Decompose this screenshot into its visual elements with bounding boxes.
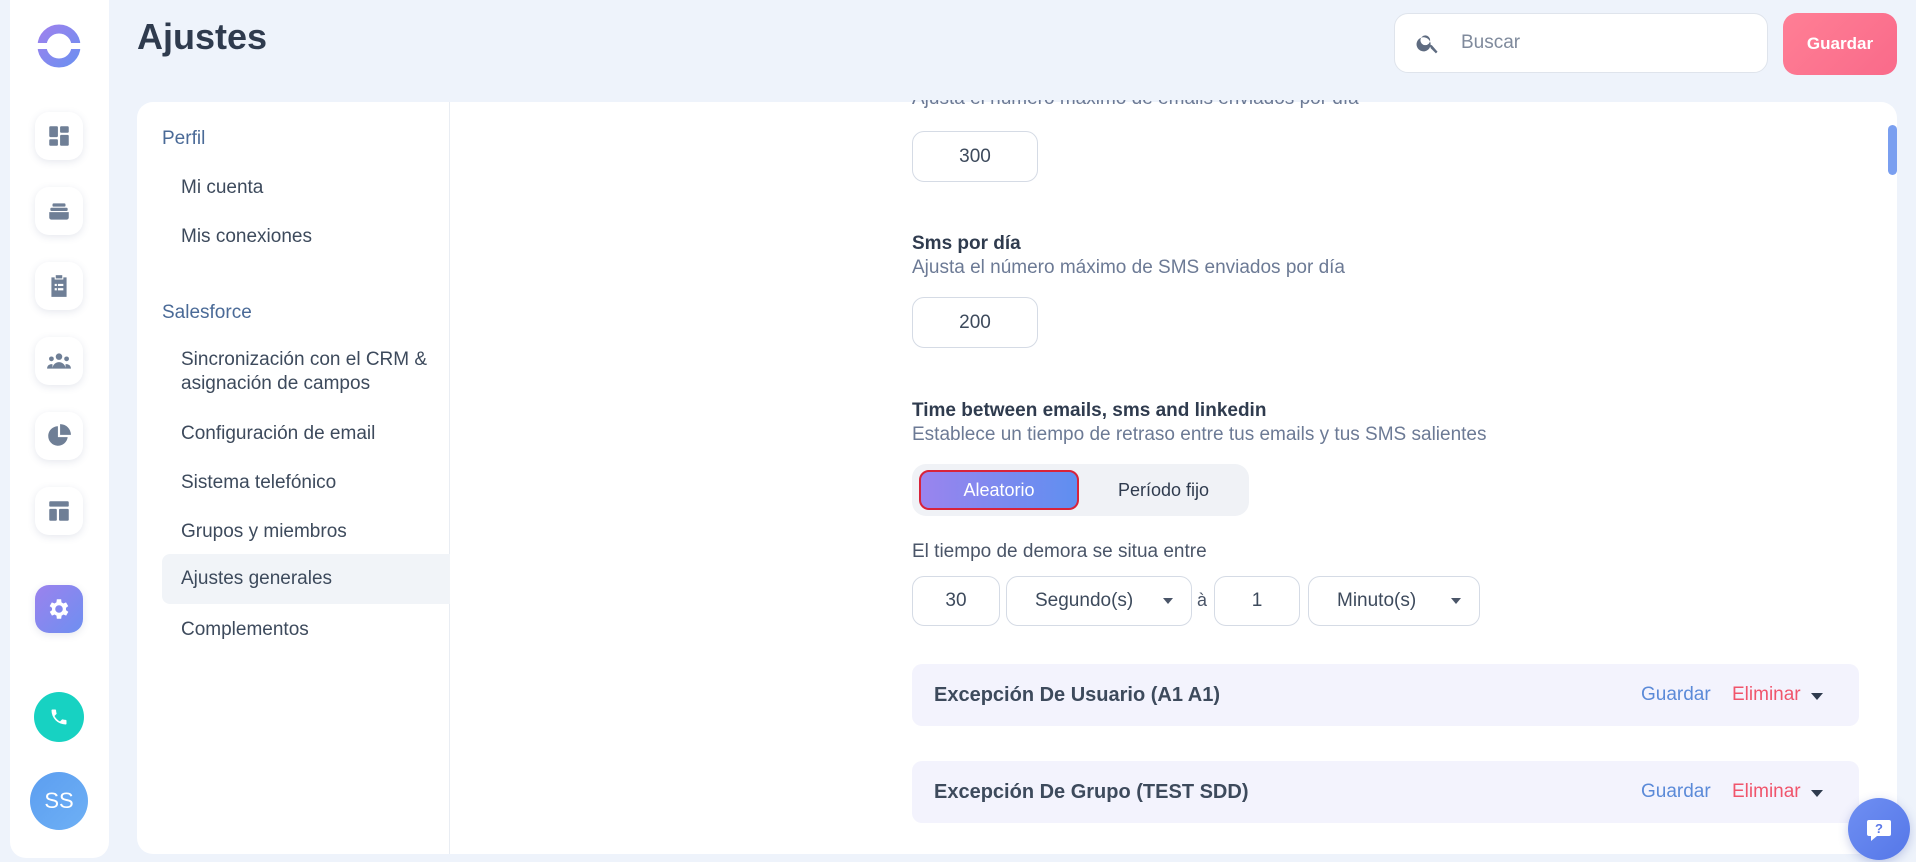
settings-nav: Perfil Mi cuenta Mis conexiones Salesfor… (137, 102, 450, 854)
nav-item-crm-sync[interactable]: Sincronización con el CRM & asignación d… (162, 348, 432, 396)
user-avatar[interactable]: SS (30, 772, 88, 830)
layout-icon (49, 501, 69, 521)
phone-icon (51, 709, 67, 725)
pie-chart-icon (48, 424, 71, 446)
phone-button[interactable] (34, 692, 84, 742)
nav-item-email-config[interactable]: Configuración de email (162, 422, 450, 446)
settings-nav-button[interactable] (35, 585, 83, 633)
toggle-fixed-period[interactable]: Período fijo (1080, 470, 1247, 510)
save-button[interactable]: Guardar (1783, 13, 1897, 75)
delay-range-label: El tiempo de demora se situa entre (912, 541, 1207, 562)
exception-save-link[interactable]: Guardar (1641, 684, 1711, 706)
chevron-down-icon[interactable] (1811, 790, 1823, 797)
templates-nav-button[interactable] (35, 487, 83, 535)
search-box[interactable] (1394, 13, 1768, 73)
exception-title: Excepción De Grupo (TEST SDD) (934, 781, 1249, 803)
exception-save-link[interactable]: Guardar (1641, 781, 1711, 803)
chevron-down-icon (1451, 598, 1461, 604)
exception-delete-link[interactable]: Eliminar (1732, 781, 1801, 803)
gear-icon (49, 599, 69, 619)
help-button[interactable]: ? (1848, 798, 1910, 860)
nav-item-addons[interactable]: Complementos (162, 618, 450, 642)
team-icon (47, 353, 71, 369)
emails-per-day-input[interactable] (912, 131, 1038, 182)
nav-section-perfil: Perfil (162, 128, 206, 149)
sms-per-day-input[interactable] (912, 297, 1038, 348)
toggle-random[interactable]: Aleatorio (919, 470, 1079, 510)
delay-from-unit-value: Segundo(s) (1035, 590, 1134, 611)
team-nav-button[interactable] (35, 337, 83, 385)
group-exception-row[interactable]: Excepción De Grupo (TEST SDD) Guardar El… (912, 761, 1859, 823)
nav-section-salesforce: Salesforce (162, 302, 252, 323)
page-title: Ajustes (137, 16, 268, 57)
delay-from-input[interactable] (912, 576, 1000, 626)
inbox-nav-button[interactable] (35, 187, 83, 235)
dashboard-icon (49, 126, 69, 146)
nav-item-mi-cuenta[interactable]: Mi cuenta (162, 176, 450, 200)
delay-from-unit-select[interactable]: Segundo(s) (1006, 576, 1192, 626)
inbox-icon (49, 203, 69, 220)
chevron-down-icon (1163, 598, 1173, 604)
dashboard-nav-button[interactable] (35, 112, 83, 160)
time-between-description: Establece un tiempo de retraso entre tus… (912, 424, 1487, 445)
delay-to-unit-value: Minuto(s) (1337, 590, 1417, 611)
sms-per-day-title: Sms por día (912, 233, 1021, 254)
search-input[interactable] (1461, 32, 1741, 54)
exception-title: Excepción De Usuario (A1 A1) (934, 684, 1221, 706)
time-between-title: Time between emails, sms and linkedin (912, 400, 1267, 421)
svg-text:?: ? (1875, 821, 1883, 836)
delay-to-input[interactable] (1214, 576, 1300, 626)
reports-nav-button[interactable] (35, 412, 83, 460)
user-exception-row[interactable]: Excepción De Usuario (A1 A1) Guardar Eli… (912, 664, 1859, 726)
search-icon (1416, 35, 1438, 54)
chevron-down-icon[interactable] (1811, 693, 1823, 700)
sms-per-day-description: Ajusta el número máximo de SMS enviados … (912, 257, 1345, 278)
nav-item-general-settings[interactable]: Ajustes generales (162, 554, 450, 604)
exception-delete-link[interactable]: Eliminar (1732, 684, 1801, 706)
delay-to-unit-select[interactable]: Minuto(s) (1308, 576, 1480, 626)
tasks-nav-button[interactable] (35, 262, 83, 310)
nav-item-mis-conexiones[interactable]: Mis conexiones (162, 225, 450, 249)
nav-item-groups-members[interactable]: Grupos y miembros (162, 520, 450, 544)
nav-item-phone-system[interactable]: Sistema telefónico (162, 471, 450, 495)
delay-mode-toggle: Aleatorio Período fijo (912, 464, 1249, 516)
left-rail: SS (10, 0, 109, 858)
app-logo-icon[interactable] (35, 22, 83, 70)
clipboard-icon (51, 275, 67, 297)
help-chat-icon: ? (1867, 820, 1891, 841)
range-separator: à (1197, 590, 1208, 610)
content-scrollbar[interactable] (1888, 125, 1897, 175)
emails-per-day-description: Ajusta el número máximo de emails enviad… (912, 88, 1359, 109)
